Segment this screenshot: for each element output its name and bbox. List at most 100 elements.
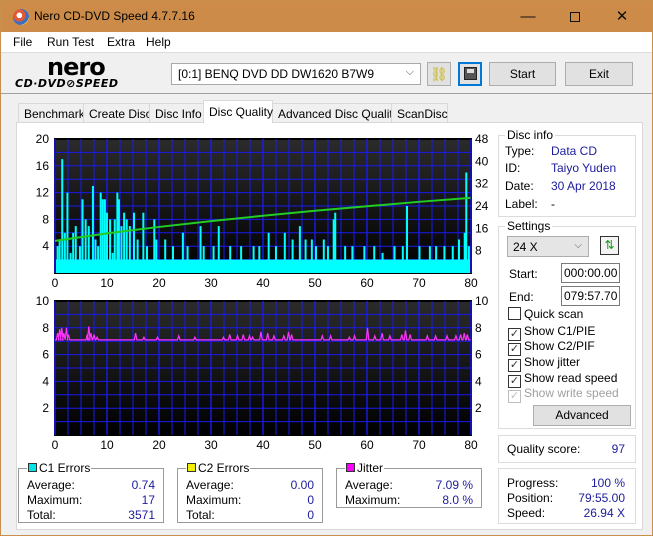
disc-type-value: Data CD [551, 144, 598, 158]
c1-error-bar [181, 232, 184, 273]
c1-error-bar [113, 219, 116, 273]
c1-error-bar [58, 239, 61, 273]
tab-create-disc[interactable]: Create Disc [83, 103, 152, 123]
x-tick-label: 40 [256, 276, 270, 290]
x-tick-label: 80 [464, 438, 478, 452]
tab-advanced-disc-quality[interactable]: Advanced Disc Quality [272, 103, 399, 123]
c1-error-bar [142, 212, 145, 273]
x-tick-label: 20 [152, 276, 166, 290]
x-tick-label: 0 [52, 276, 59, 290]
menu-run-test[interactable]: Run Test [47, 35, 94, 49]
progress-group: Progress: 100 % Position: 79:55.00 Speed… [498, 468, 636, 524]
jitter-maximum-value: 8.0 % [442, 493, 473, 507]
start-time-input[interactable]: 000:00.00 [561, 263, 620, 283]
refresh-button[interactable]: ⇅ [600, 236, 619, 255]
tab-disc-quality[interactable]: Disc Quality [203, 100, 273, 123]
menu-help[interactable]: Help [146, 35, 171, 49]
c2-color-swatch [187, 463, 196, 472]
c1-maximum-value: 17 [141, 493, 155, 507]
jitter-chart: 0 10 20 30 40 50 60 70 80 2 4 6 8 10 2 4 6 8 10 [36, 294, 489, 452]
show-jitter-label: Show jitter [524, 355, 581, 369]
y-tick-label: 12 [36, 186, 50, 200]
c2-errors-title: C2 Errors [186, 461, 251, 475]
menu-extra[interactable]: Extra [107, 35, 135, 49]
c1-error-bar [458, 239, 460, 273]
c2-total-value: 0 [307, 508, 314, 522]
disc-info-title: Disc info [505, 128, 556, 142]
jitter-color-swatch [346, 463, 355, 472]
quick-scan-checkbox[interactable]: Quick scan [508, 307, 583, 323]
tab-scandisc[interactable]: ScanDisc [391, 103, 448, 123]
drive-select[interactable]: [0:1] BENQ DVD DD DW1620 B7W9 ⌵ [171, 63, 421, 85]
speed-select[interactable]: 24 X ⌵ [507, 236, 589, 257]
end-time-label: End: [509, 290, 534, 304]
disc-id-label: ID: [505, 161, 521, 175]
minimize-button[interactable]: — [505, 1, 551, 32]
show-read-speed-checkbox[interactable]: ✓ Show read speed [508, 371, 618, 388]
c1-error-bar [91, 185, 94, 273]
show-c2-checkbox[interactable]: ✓ Show C2/PIF [508, 339, 595, 356]
y2-tick-label: 24 [475, 199, 489, 213]
c1-errors-group: C1 Errors Average: 0.74 Maximum: 17 Tota… [18, 461, 164, 523]
c1-error-bar [87, 226, 90, 273]
jitter-maximum-label: Maximum: [345, 493, 401, 507]
window-title: Nero CD-DVD Speed 4.7.7.16 [34, 9, 195, 23]
start-button[interactable]: Start [489, 62, 556, 86]
c1-speed-chart: 0 10 20 30 40 50 60 70 804812162081624324048 [36, 132, 489, 290]
chevron-down-icon: ⌵ [574, 240, 582, 251]
c1-error-bar [103, 199, 106, 273]
show-c2-label: Show C2/PIF [524, 339, 595, 353]
c2-maximum-value: 0 [307, 493, 314, 507]
show-read-speed-label: Show read speed [524, 371, 618, 385]
c1-error-bar [84, 219, 87, 273]
y-tick-label: 4 [42, 374, 49, 388]
x-tick-label: 60 [360, 438, 374, 452]
c1-error-bar [373, 246, 376, 273]
close-button[interactable]: ✕ [599, 1, 645, 32]
c1-error-bar [406, 206, 408, 273]
c1-error-bar [117, 199, 120, 273]
show-c1-checkbox[interactable]: ✓ Show C1/PIE [508, 324, 595, 341]
exit-button[interactable]: Exit [565, 62, 633, 86]
y-tick-label: 20 [36, 132, 50, 146]
c1-error-bar [105, 212, 108, 273]
speed-label: Speed: [507, 506, 546, 520]
app-icon [13, 9, 29, 25]
c1-error-bar [61, 159, 64, 273]
c1-errors-title: C1 Errors [27, 461, 92, 475]
y2-tick-label: 48 [475, 132, 489, 146]
advanced-button[interactable]: Advanced [533, 405, 631, 426]
quality-score-value: 97 [611, 442, 625, 456]
progress-label: Progress: [507, 476, 559, 490]
progress-value: 100 % [590, 476, 625, 490]
disc-label-value: - [551, 197, 555, 211]
c1-error-bar [133, 212, 135, 273]
y2-tick-label: 8 [475, 244, 482, 258]
save-button[interactable] [458, 62, 482, 86]
jitter-average-value: 7.09 % [435, 478, 473, 492]
disc-type-label: Type: [505, 144, 535, 158]
end-time-input[interactable]: 079:57.70 [561, 286, 620, 306]
disc-date-label: Date: [505, 179, 534, 193]
tab-benchmark[interactable]: Benchmark [18, 103, 85, 123]
toolbar: nero CD·DVD⊘SPEED [0:1] BENQ DVD DD DW16… [1, 52, 652, 94]
c1-error-bar [443, 246, 446, 273]
c1-error-bar [146, 246, 148, 273]
x-tick-label: 30 [204, 438, 218, 452]
c1-total-label: Total: [27, 508, 56, 522]
x-tick-label: 0 [52, 438, 59, 452]
y-tick-label: 8 [42, 321, 49, 335]
maximize-icon [570, 12, 580, 23]
y2-tick-label: 40 [475, 154, 489, 168]
tab-disc-info[interactable]: Disc Info [149, 103, 204, 123]
disc-date-value: 30 Apr 2018 [551, 179, 616, 193]
nero-logo: nero CD·DVD⊘SPEED [15, 53, 133, 93]
c1-error-bar [334, 212, 337, 273]
menu-file[interactable]: File [13, 35, 32, 49]
c1-error-bar [298, 226, 301, 273]
drive-config-button[interactable]: ⛓ [427, 62, 451, 86]
drive-select-value: [0:1] BENQ DVD DD DW1620 B7W9 [178, 67, 375, 81]
show-jitter-checkbox[interactable]: ✓ Show jitter [508, 355, 581, 372]
maximize-button[interactable] [552, 1, 598, 32]
x-tick-label: 80 [464, 276, 478, 290]
